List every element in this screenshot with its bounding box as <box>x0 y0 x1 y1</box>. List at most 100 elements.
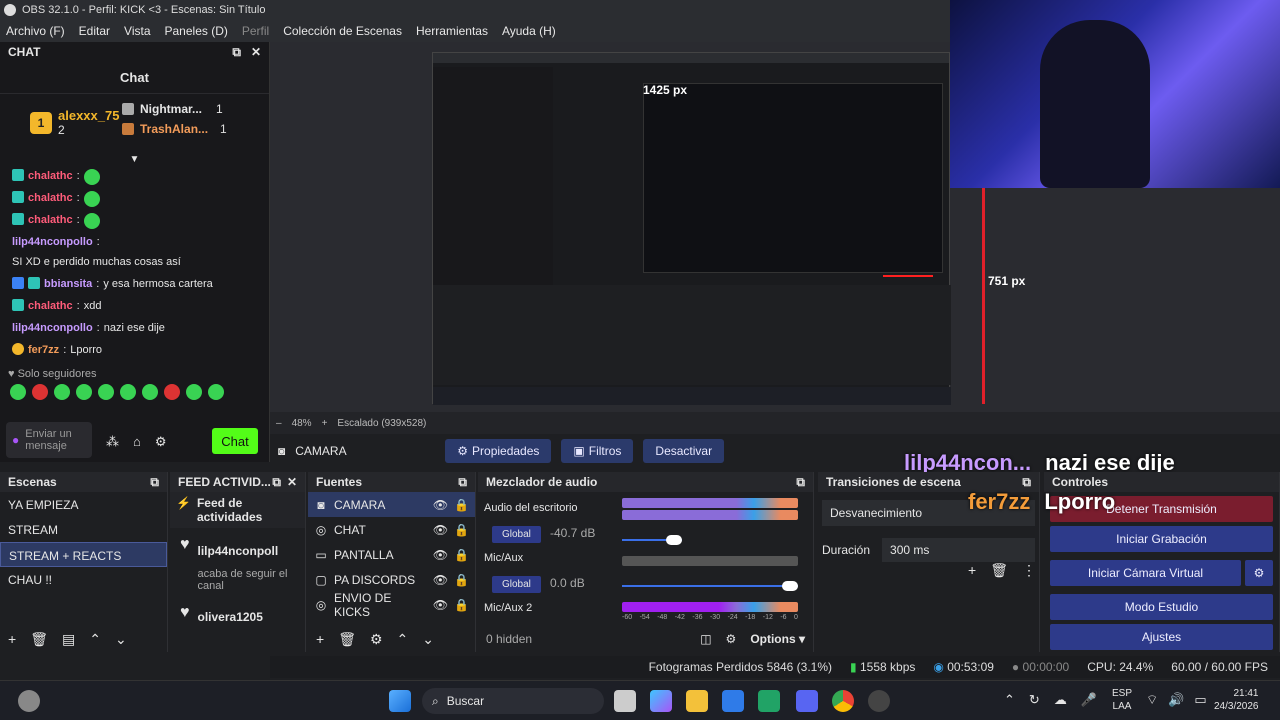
trash-icon[interactable]: 🗑 <box>30 631 48 648</box>
scene-item[interactable]: STREAM <box>0 517 167 542</box>
gear-icon[interactable]: ⚙ <box>1245 560 1273 586</box>
source-item[interactable]: ▢ PA DISCORDS 👁 🔒 <box>308 567 475 592</box>
emote-icon[interactable] <box>208 383 224 400</box>
float-icon[interactable]: ⧉ <box>232 45 241 60</box>
lock-icon[interactable]: 🔒 <box>454 598 469 612</box>
chevron-up-icon[interactable]: ⌃ <box>1004 692 1015 708</box>
trash-icon[interactable]: 🗑 <box>338 631 356 648</box>
volume-handle[interactable] <box>782 581 798 591</box>
scene-item-selected[interactable]: STREAM + REACTS <box>0 542 167 567</box>
gear-icon[interactable]: ⚙ <box>726 632 737 646</box>
eye-icon[interactable]: 👁 <box>433 573 448 587</box>
eye-icon[interactable]: 👁 <box>433 498 448 512</box>
source-item[interactable]: ◙ CAMARA 👁 🔒 <box>308 492 475 517</box>
battery-icon[interactable]: ▭ <box>1194 692 1206 708</box>
deactivate-button[interactable]: Desactivar <box>643 439 725 463</box>
eye-icon[interactable]: 👁 <box>433 598 448 612</box>
menu-coleccion[interactable]: Colección de Escenas <box>283 24 402 38</box>
studio-mode-button[interactable]: Modo Estudio <box>1050 594 1273 620</box>
close-icon[interactable]: ✕ <box>251 45 261 60</box>
gear-icon[interactable]: ⚙ <box>370 631 383 648</box>
discord-icon[interactable] <box>796 690 818 712</box>
eye-icon[interactable]: 👁 <box>433 523 448 537</box>
cloud-icon[interactable]: ☁ <box>1054 692 1067 708</box>
emote-icon[interactable] <box>164 383 180 400</box>
float-icon[interactable]: ⧉ <box>272 475 281 490</box>
menu-vista[interactable]: Vista <box>124 24 150 38</box>
more-icon[interactable]: ⋮ <box>1022 562 1036 579</box>
taskbar-search[interactable]: ⌕ Buscar <box>422 688 604 714</box>
emote-icon[interactable] <box>76 383 92 400</box>
send-chat-button[interactable]: Chat <box>212 428 258 454</box>
lock-icon[interactable]: 🔒 <box>454 548 469 562</box>
zoom-out-button[interactable]: – <box>276 418 282 429</box>
add-icon[interactable]: + <box>968 562 976 579</box>
eye-icon[interactable]: 👁 <box>433 548 448 562</box>
emote-icon[interactable] <box>54 383 70 400</box>
sync-icon[interactable]: ↻ <box>1029 692 1040 708</box>
add-icon[interactable]: + <box>8 631 16 647</box>
chrome-icon[interactable] <box>832 690 854 712</box>
menu-archivo[interactable]: Archivo (F) <box>6 24 65 38</box>
volume-slider[interactable] <box>622 534 798 546</box>
zoom-in-button[interactable]: + <box>322 418 328 429</box>
clock[interactable]: 21:41 24/3/2026 <box>1214 687 1259 713</box>
volume-handle[interactable] <box>666 535 682 545</box>
chevron-up-icon[interactable]: ⌃ <box>89 631 101 648</box>
filters-button[interactable]: ▣ Filtros <box>561 439 634 463</box>
emote-icon[interactable] <box>32 383 48 400</box>
excel-icon[interactable] <box>758 690 780 712</box>
settings-button[interactable]: Ajustes <box>1050 624 1273 650</box>
scene-item[interactable]: YA EMPIEZA <box>0 492 167 517</box>
add-icon[interactable]: + <box>316 631 324 647</box>
volume-icon[interactable]: 🔊 <box>1168 692 1184 708</box>
float-icon[interactable]: ⧉ <box>458 475 467 490</box>
layout-icon[interactable]: ◫ <box>700 632 711 646</box>
duration-input[interactable]: 300 ms <box>882 538 1035 562</box>
task-view-icon[interactable] <box>614 690 636 712</box>
copilot-icon[interactable] <box>650 690 672 712</box>
emote-icon[interactable] <box>120 383 136 400</box>
float-icon[interactable]: ⧉ <box>150 475 159 490</box>
source-item[interactable]: ◎ CHAT 👁 🔒 <box>308 517 475 542</box>
chat-input[interactable]: ● Enviar un mensaje <box>6 422 92 458</box>
start-recording-button[interactable]: Iniciar Grabación <box>1050 526 1273 552</box>
mic-icon[interactable]: 🎤 <box>1081 692 1097 708</box>
emote-icon[interactable] <box>10 383 26 400</box>
windows-start-icon[interactable] <box>389 690 411 712</box>
language-indicator[interactable]: ESP LAA <box>1112 687 1132 713</box>
scene-item[interactable]: CHAU !! <box>0 567 167 592</box>
notepad-icon[interactable] <box>722 690 744 712</box>
file-explorer-icon[interactable] <box>686 690 708 712</box>
close-icon[interactable]: ✕ <box>287 475 297 490</box>
properties-button[interactable]: ⚙ Propiedades <box>445 439 552 463</box>
filter-icon[interactable]: ▤ <box>62 631 75 648</box>
mic-icon[interactable]: ● <box>12 433 19 447</box>
float-icon[interactable]: ⧉ <box>796 475 805 490</box>
store-icon[interactable]: ⌂ <box>133 434 141 450</box>
collapse-icon[interactable]: ▼ <box>0 154 269 166</box>
obs-taskbar-icon[interactable] <box>868 690 890 712</box>
trash-icon[interactable]: 🗑 <box>990 562 1008 579</box>
gear-icon[interactable]: ⚙ <box>155 434 167 450</box>
chevron-down-icon[interactable]: ⌄ <box>422 631 434 648</box>
menu-editar[interactable]: Editar <box>79 24 110 38</box>
emote-icon[interactable] <box>142 383 158 400</box>
chevron-down-icon[interactable]: ⌄ <box>115 631 127 648</box>
emote-icon[interactable] <box>186 383 202 400</box>
menu-herramientas[interactable]: Herramientas <box>416 24 488 38</box>
float-icon[interactable]: ⧉ <box>1022 475 1031 490</box>
options-button[interactable]: Options ▾ <box>750 632 805 646</box>
chevron-up-icon[interactable]: ⌃ <box>397 631 409 648</box>
wifi-icon[interactable]: ⌔ <box>1146 692 1158 708</box>
lock-icon[interactable]: 🔒 <box>454 523 469 537</box>
menu-ayuda[interactable]: Ayuda (H) <box>502 24 556 38</box>
menu-paneles[interactable]: Paneles (D) <box>165 24 228 38</box>
emote-icon[interactable] <box>98 383 114 400</box>
menu-perfil[interactable]: Perfil <box>242 24 269 38</box>
lock-icon[interactable]: 🔒 <box>454 498 469 512</box>
volume-slider[interactable] <box>622 580 798 592</box>
lock-icon[interactable]: 🔒 <box>454 573 469 587</box>
source-item[interactable]: ◎ ENVIO DE KICKS 👁 🔒 <box>308 591 475 619</box>
source-item[interactable]: ▭ PANTALLA 👁 🔒 <box>308 542 475 567</box>
